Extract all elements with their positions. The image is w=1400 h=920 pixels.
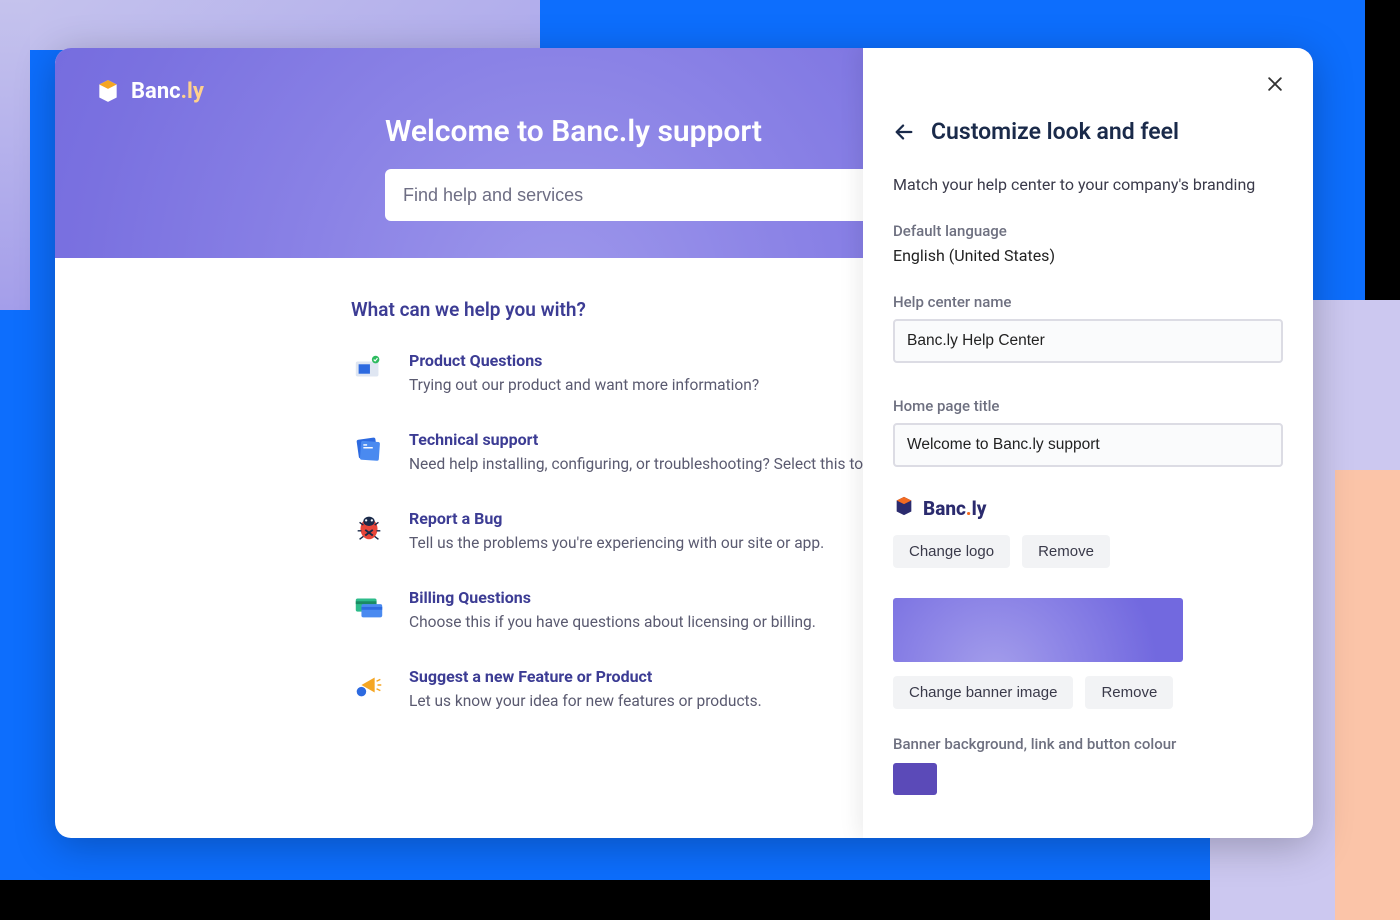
monitor-icon [351, 351, 387, 387]
bg-lavender-left-block [0, 0, 30, 310]
color-swatch[interactable] [893, 763, 937, 795]
default-language-value: English (United States) [893, 246, 1283, 265]
topic-desc: Tell us the problems you're experiencing… [409, 534, 824, 552]
brand-logo-icon [95, 78, 121, 104]
help-center-name-label: Help center name [893, 293, 1283, 311]
topic-title: Product Questions [409, 351, 759, 370]
bg-lavender-tl-block [0, 0, 540, 50]
home-page-title-label: Home page title [893, 397, 1283, 415]
banner-color-label: Banner background, link and button colou… [893, 735, 1283, 753]
logo-preview: Banc.ly [893, 495, 1283, 521]
customize-panel: Customize look and feel Match your help … [863, 48, 1313, 838]
bug-icon [351, 509, 387, 545]
topic-title: Report a Bug [409, 509, 824, 528]
close-icon [1265, 74, 1285, 94]
topic-title: Suggest a new Feature or Product [409, 667, 762, 686]
topic-desc: Need help installing, configuring, or tr… [409, 455, 863, 473]
brand-name: Banc.ly [131, 79, 204, 104]
bg-peach-block [1335, 470, 1400, 920]
panel-title: Customize look and feel [931, 118, 1179, 145]
brand-logo-icon [893, 495, 915, 521]
folder-icon [351, 430, 387, 466]
close-button[interactable] [1263, 72, 1287, 96]
topic-desc: Trying out our product and want more inf… [409, 376, 759, 394]
help-center-name-input[interactable] [893, 319, 1283, 363]
panel-subtitle: Match your help center to your company's… [893, 175, 1283, 194]
topic-title: Billing Questions [409, 588, 816, 607]
change-banner-button[interactable]: Change banner image [893, 676, 1073, 709]
topic-title: Technical support [409, 430, 863, 449]
banner-preview [893, 598, 1183, 662]
remove-logo-button[interactable]: Remove [1022, 535, 1110, 568]
help-center-window: Banc.ly Welcome to Banc.ly support What … [55, 48, 1313, 838]
change-logo-button[interactable]: Change logo [893, 535, 1010, 568]
megaphone-icon [351, 667, 387, 703]
default-language-label: Default language [893, 222, 1283, 240]
arrow-left-icon [893, 121, 915, 143]
topic-desc: Let us know your idea for new features o… [409, 692, 762, 710]
credit-card-icon [351, 588, 387, 624]
remove-banner-button[interactable]: Remove [1085, 676, 1173, 709]
home-page-title-input[interactable] [893, 423, 1283, 467]
topic-desc: Choose this if you have questions about … [409, 613, 816, 631]
logo-text: Banc.ly [923, 497, 986, 520]
back-button[interactable] [893, 121, 915, 143]
